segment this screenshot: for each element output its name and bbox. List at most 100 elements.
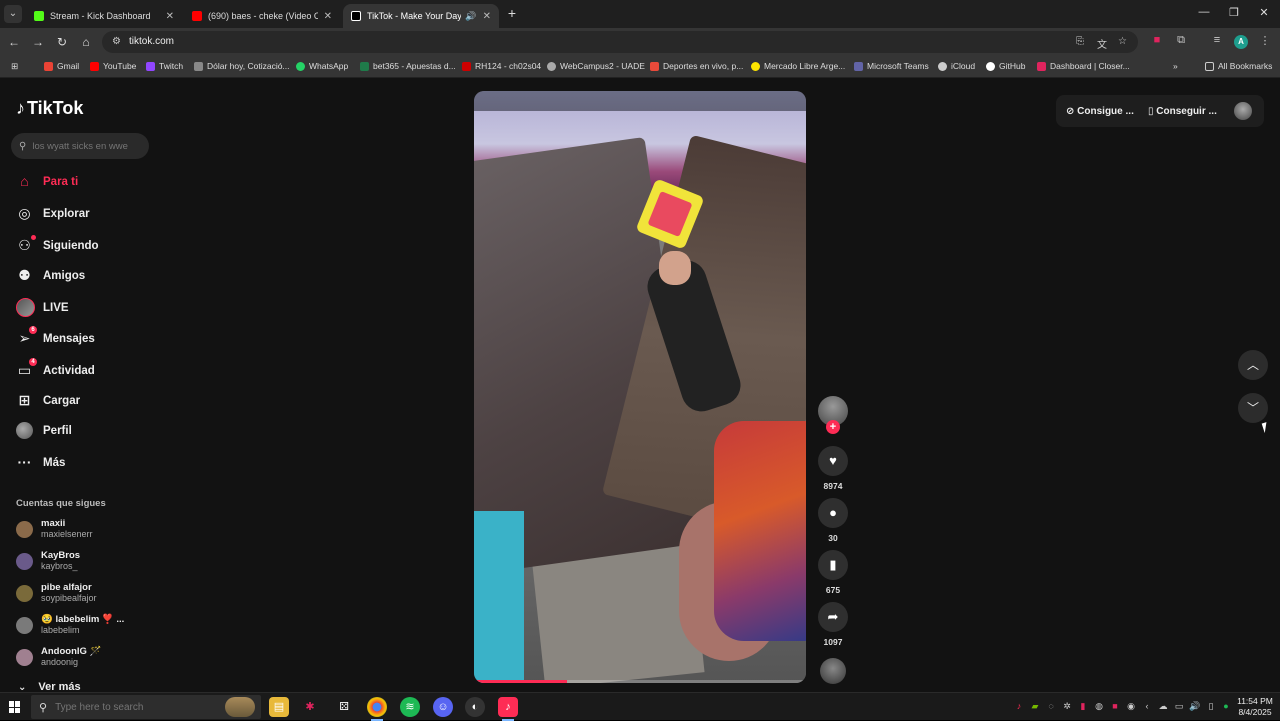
home-icon[interactable]: ⌂ <box>78 34 94 50</box>
url-text[interactable]: tiktok.com <box>129 36 174 47</box>
bookmark-mercado-libre[interactable]: Mercado Libre Arge... <box>751 61 845 71</box>
nav-explorar[interactable]: ◎ Explorar <box>16 205 89 222</box>
apps-grid-icon[interactable]: ⊞ <box>11 61 18 72</box>
bookmark-deportes[interactable]: Deportes en vivo, p... <box>650 61 743 71</box>
tray-volume-icon[interactable]: 🔊 <box>1189 701 1201 712</box>
extension-icon[interactable]: ■ <box>1149 34 1165 46</box>
user-avatar[interactable] <box>1234 102 1252 120</box>
followed-account[interactable]: pibe alfajor soypibealfajor <box>16 582 97 604</box>
translate-icon[interactable]: 文 <box>1097 36 1107 51</box>
tab-tiktok[interactable]: TikTok - Make Your Day 🔊 ✕ <box>343 4 499 28</box>
tray-microphone-icon[interactable]: ▯ <box>1205 701 1217 712</box>
share-button[interactable]: ➦ <box>818 602 848 632</box>
bookmark-bet365[interactable]: bet365 - Apuestas d... <box>360 61 456 71</box>
bookmark-icloud[interactable]: iCloud <box>938 61 975 71</box>
menu-kebab-icon[interactable]: ⋮ <box>1257 34 1273 47</box>
extensions-puzzle-icon[interactable]: ⧉ <box>1173 34 1189 47</box>
bookmark-dashboard-closer[interactable]: Dashboard | Closer... <box>1037 61 1130 71</box>
tray-mic-icon[interactable]: ▮ <box>1077 701 1089 712</box>
chrome-icon[interactable] <box>367 697 387 721</box>
followed-account[interactable]: maxii maxielsenerr <box>16 518 93 540</box>
followed-account[interactable]: 🥹 labebelim ❣️ ... labebelim <box>16 614 124 636</box>
address-bar[interactable]: ⚙ tiktok.com ⎘ 文 ☆ <box>102 31 1138 53</box>
tab-kick-dashboard[interactable]: Stream - Kick Dashboard ✕ <box>26 4 182 28</box>
close-tab-icon[interactable]: ✕ <box>483 11 491 22</box>
tiktok-logo[interactable]: ♪ TikTok <box>16 98 83 119</box>
start-windows-icon[interactable] <box>9 701 21 713</box>
bookmark-gmail[interactable]: Gmail <box>44 61 79 71</box>
bookmark-dolar-hoy[interactable]: Dólar hoy, Cotizació... <box>194 61 290 71</box>
forward-arrow-icon[interactable]: → <box>30 34 46 50</box>
close-window-icon[interactable]: ✕ <box>1252 6 1276 19</box>
game-controller-icon[interactable]: ⚄ <box>334 697 354 717</box>
bookmark-star-icon[interactable]: ☆ <box>1118 36 1127 47</box>
spotify-icon[interactable]: ≋ <box>400 697 420 717</box>
tiktok-app-icon[interactable]: ♪ <box>498 697 518 721</box>
tray-spotify-icon[interactable]: ● <box>1220 701 1232 711</box>
tab-youtube-video[interactable]: (690) baes - cheke (Video Oficial) ✕ <box>184 4 340 28</box>
tray-nvidia-icon[interactable]: ▰ <box>1029 701 1041 712</box>
previous-video-button[interactable]: ︿ <box>1238 350 1268 380</box>
music-disc-icon[interactable] <box>820 658 846 684</box>
tab-search-button[interactable]: ⌄ <box>4 5 22 23</box>
reload-icon[interactable]: ↻ <box>54 34 70 50</box>
followed-account[interactable]: KayBros kaybros_ <box>16 550 80 572</box>
site-info-icon[interactable]: ⚙ <box>112 36 121 47</box>
close-tab-icon[interactable]: ✕ <box>166 11 174 22</box>
bookmark-youtube[interactable]: YouTube <box>90 61 136 71</box>
nav-live[interactable]: LIVE <box>16 298 69 317</box>
see-more-button[interactable]: ⌄ Ver más <box>18 681 81 692</box>
discord-icon[interactable]: ☺ <box>433 697 453 717</box>
tray-app-icon[interactable]: ◌ <box>1045 701 1057 711</box>
tray-network-icon[interactable]: ▭ <box>1173 701 1185 712</box>
close-tab-icon[interactable]: ✕ <box>324 11 332 22</box>
nav-cargar[interactable]: ⊞ Cargar <box>16 392 80 409</box>
get-coins-button[interactable]: ⊘ Consigue ... <box>1066 106 1134 117</box>
bookmark-rh124[interactable]: RH124 - ch02s04 <box>462 61 541 71</box>
get-app-button[interactable]: ▯ Conseguir ... <box>1148 106 1217 117</box>
back-arrow-icon[interactable]: ← <box>6 34 22 50</box>
bookmark-twitch[interactable]: Twitch <box>146 61 183 71</box>
bookmark-webcampus[interactable]: WebCampus2 - UADE <box>547 61 645 71</box>
new-tab-button[interactable]: + <box>504 5 520 21</box>
followed-account[interactable]: AndoonIG 🪄 andoonig <box>16 646 101 668</box>
search-input[interactable] <box>32 140 137 152</box>
next-video-button[interactable]: ﹀ <box>1238 393 1268 423</box>
install-app-icon[interactable]: ⎘ <box>1076 36 1084 47</box>
app-icon[interactable]: ✱ <box>300 697 320 717</box>
media-controls-icon[interactable]: ≡ <box>1209 34 1225 46</box>
nav-perfil[interactable]: Perfil <box>16 422 72 439</box>
system-clock[interactable]: 11:54 PM 8/4/2025 <box>1234 696 1276 718</box>
nav-mensajes[interactable]: ➢ 6 Mensajes <box>16 326 95 347</box>
tray-cloud-icon[interactable]: ☁ <box>1157 701 1169 712</box>
minimize-window-icon[interactable]: — <box>1192 6 1216 18</box>
tab-audio-icon[interactable]: 🔊 <box>465 11 476 22</box>
tray-app-icon[interactable]: ◉ <box>1125 701 1137 712</box>
nav-actividad[interactable]: ▭ 4 Actividad <box>16 358 95 379</box>
comment-button[interactable]: ● <box>818 498 848 528</box>
like-button[interactable]: ♥ <box>818 446 848 476</box>
tray-tiktok-icon[interactable]: ♪ <box>1013 701 1025 711</box>
follow-plus-icon[interactable]: + <box>826 420 840 434</box>
tray-expand-icon[interactable]: ‹ <box>1141 701 1153 711</box>
tray-bluetooth-icon[interactable]: ✲ <box>1061 701 1073 712</box>
restore-window-icon[interactable]: ❐ <box>1222 6 1246 19</box>
nav-siguiendo[interactable]: ⚇ Siguiendo <box>16 235 99 254</box>
search-bar[interactable]: ⚲ <box>11 133 149 159</box>
nav-amigos[interactable]: ⚉ Amigos <box>16 267 85 284</box>
video-progress-bar[interactable] <box>474 680 806 683</box>
bookmark-whatsapp[interactable]: WhatsApp <box>296 61 348 71</box>
video-player[interactable] <box>474 91 806 683</box>
taskbar-search-input[interactable] <box>55 701 206 713</box>
nav-mas[interactable]: ··· Más <box>16 454 66 471</box>
file-explorer-icon[interactable]: ▤ <box>269 697 289 717</box>
save-button[interactable]: ▮ <box>818 550 848 580</box>
obs-icon[interactable]: ◐ <box>465 697 485 717</box>
profile-avatar[interactable]: A <box>1234 35 1248 49</box>
tray-record-icon[interactable]: ■ <box>1109 701 1121 711</box>
all-bookmarks-folder[interactable]: All Bookmarks <box>1205 61 1272 71</box>
bookmark-teams[interactable]: Microsoft Teams <box>854 61 929 71</box>
taskbar-search[interactable]: ⚲ <box>31 695 261 719</box>
nav-para-ti[interactable]: ⌂ Para ti <box>16 173 78 190</box>
tray-app-icon[interactable]: ◍ <box>1093 701 1105 712</box>
